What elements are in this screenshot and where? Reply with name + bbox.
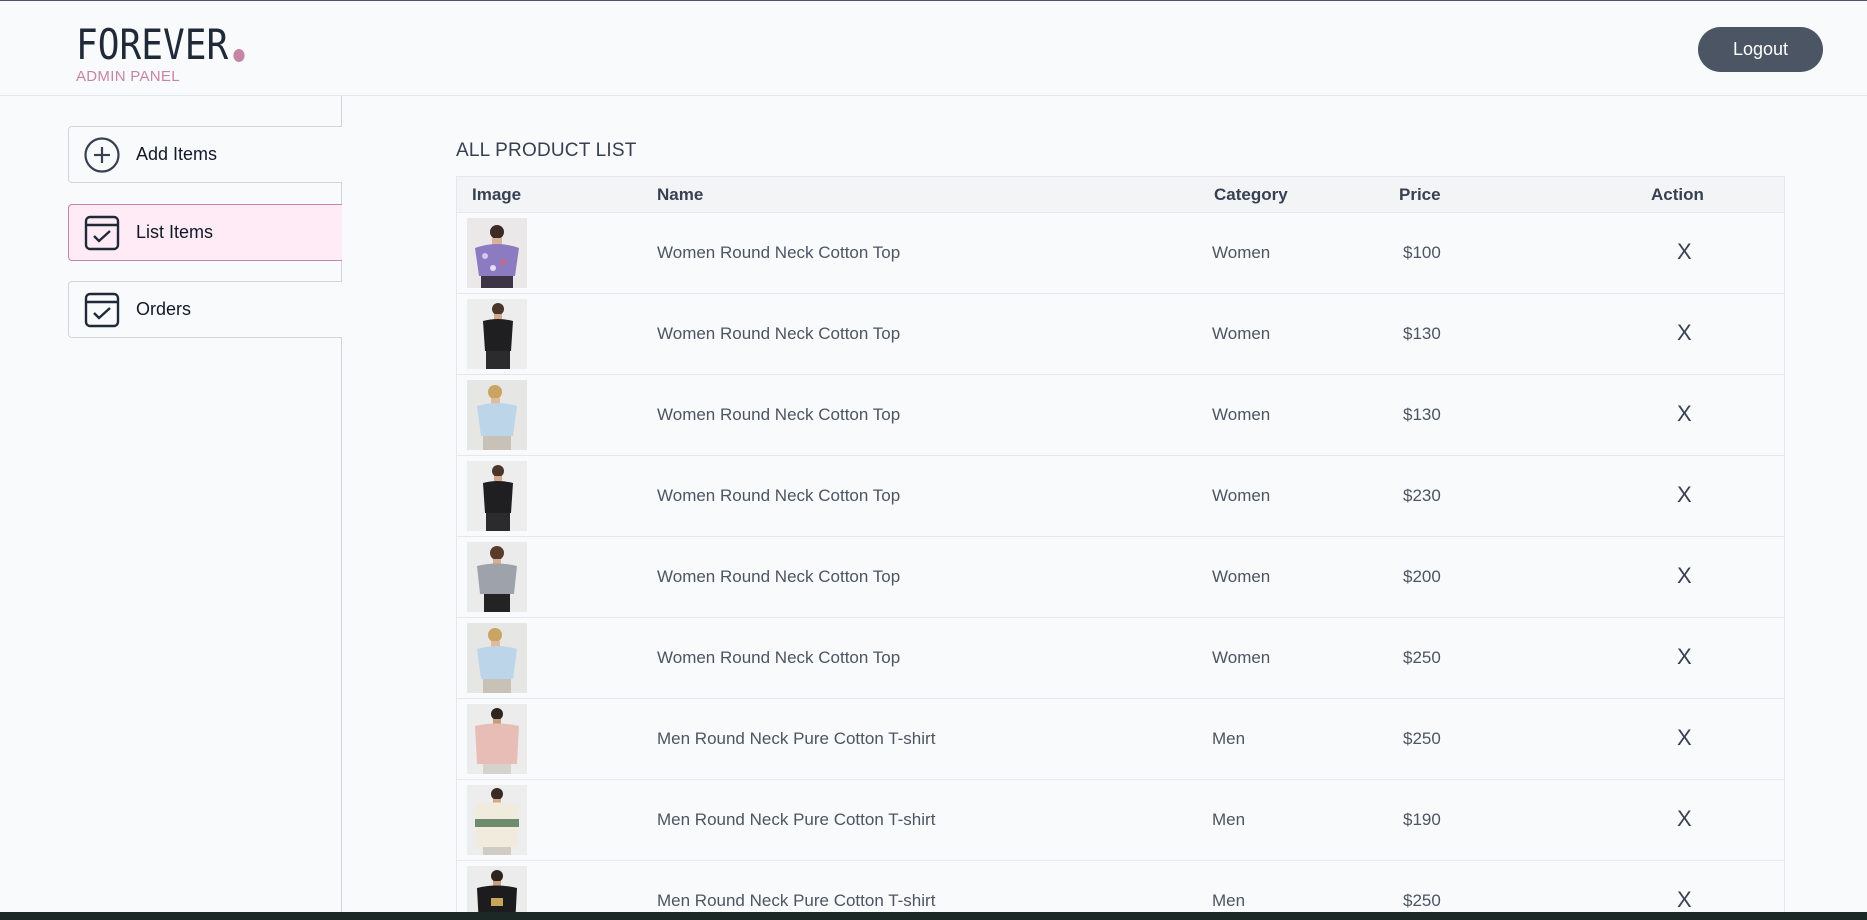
column-header-image: Image	[472, 185, 522, 204]
product-thumbnail	[467, 461, 527, 531]
logo-wordmark: FOREVER	[76, 24, 245, 66]
delete-item-button[interactable]: X	[1677, 401, 1692, 427]
table-row: Women Round Neck Cotton Top Women $250 X	[456, 618, 1785, 699]
column-header-name: Name	[657, 185, 704, 204]
product-price: $100	[1403, 243, 1441, 262]
product-thumbnail	[467, 623, 527, 693]
table-row: Women Round Neck Cotton Top Women $100 X	[456, 213, 1785, 294]
checklist-icon	[84, 215, 120, 251]
logout-button[interactable]: Logout	[1698, 27, 1823, 72]
product-name: Men Round Neck Pure Cotton T-shirt	[657, 729, 936, 748]
delete-item-button[interactable]: X	[1677, 239, 1692, 265]
product-price: $200	[1403, 567, 1441, 586]
product-category: Women	[1212, 486, 1271, 505]
sidebar-item-label: List Items	[136, 222, 214, 242]
product-category: Women	[1212, 405, 1271, 424]
sidebar-item-label: Add Items	[136, 144, 218, 164]
table-row: Women Round Neck Cotton Top Women $230 X	[456, 456, 1785, 537]
column-header-category: Category	[1214, 185, 1288, 204]
product-name: Women Round Neck Cotton Top	[657, 648, 901, 667]
product-name: Women Round Neck Cotton Top	[657, 486, 901, 505]
product-name: Women Round Neck Cotton Top	[657, 405, 901, 424]
product-name: Men Round Neck Pure Cotton T-shirt	[657, 891, 936, 910]
brand-logo[interactable]: FOREVER ADMIN PANEL	[76, 24, 272, 85]
product-price: $250	[1403, 648, 1441, 667]
product-name: Men Round Neck Pure Cotton T-shirt	[657, 810, 936, 829]
product-thumbnail	[467, 380, 527, 450]
checklist-icon	[84, 292, 120, 328]
sidebar-item-add-items[interactable]: Add Items	[68, 126, 342, 183]
product-category: Men	[1212, 891, 1246, 910]
column-header-price: Price	[1399, 185, 1441, 204]
product-price: $230	[1403, 486, 1441, 505]
page-title: ALL PRODUCT LIST	[456, 140, 637, 161]
delete-item-button[interactable]: X	[1677, 806, 1692, 832]
product-thumbnail	[467, 704, 527, 774]
product-category: Women	[1212, 243, 1271, 262]
delete-item-button[interactable]: X	[1677, 563, 1692, 589]
delete-item-button[interactable]: X	[1677, 644, 1692, 670]
sidebar: Add Items List Items Orders	[0, 96, 342, 920]
table-row: Women Round Neck Cotton Top Women $130 X	[456, 294, 1785, 375]
product-list-panel: ALL PRODUCT LIST Image Name Category Pri…	[456, 96, 1786, 920]
product-category: Men	[1212, 729, 1246, 748]
sidebar-item-list-items[interactable]: List Items	[68, 204, 342, 261]
delete-item-button[interactable]: X	[1677, 482, 1692, 508]
logo-subtitle: ADMIN PANEL	[76, 68, 180, 85]
product-category: Women	[1212, 567, 1271, 586]
product-name: Women Round Neck Cotton Top	[657, 567, 901, 586]
product-thumbnail	[467, 542, 527, 612]
product-name: Women Round Neck Cotton Top	[657, 324, 901, 343]
product-price: $250	[1403, 729, 1441, 748]
delete-item-button[interactable]: X	[1677, 320, 1692, 346]
column-header-action: Action	[1651, 185, 1704, 204]
table-header: Image Name Category Price Action	[456, 176, 1785, 213]
delete-item-button[interactable]: X	[1677, 725, 1692, 751]
sidebar-item-orders[interactable]: Orders	[68, 281, 342, 338]
product-price: $250	[1403, 891, 1441, 910]
admin-header: FOREVER ADMIN PANEL Logout	[0, 1, 1867, 96]
table-row: Men Round Neck Pure Cotton T-shirt Men $…	[456, 780, 1785, 861]
product-thumbnail	[467, 785, 527, 855]
table-row: Women Round Neck Cotton Top Women $200 X	[456, 537, 1785, 618]
plus-circle-icon	[84, 136, 120, 173]
product-price: $130	[1403, 324, 1441, 343]
table-row: Men Round Neck Pure Cotton T-shirt Men $…	[456, 699, 1785, 780]
table-row: Women Round Neck Cotton Top Women $130 X	[456, 375, 1785, 456]
sidebar-item-label: Orders	[136, 299, 192, 319]
product-table-body: Women Round Neck Cotton Top Women $100 X…	[456, 213, 1785, 920]
product-thumbnail	[467, 218, 527, 288]
product-category: Women	[1212, 648, 1271, 667]
product-category: Women	[1212, 324, 1271, 343]
taskbar-strip	[0, 912, 1867, 920]
product-name: Women Round Neck Cotton Top	[657, 243, 901, 262]
product-price: $190	[1403, 810, 1441, 829]
product-category: Men	[1212, 810, 1246, 829]
logo-dot-icon	[233, 49, 245, 62]
product-thumbnail	[467, 299, 527, 369]
delete-item-button[interactable]: X	[1677, 887, 1692, 913]
product-price: $130	[1403, 405, 1441, 424]
